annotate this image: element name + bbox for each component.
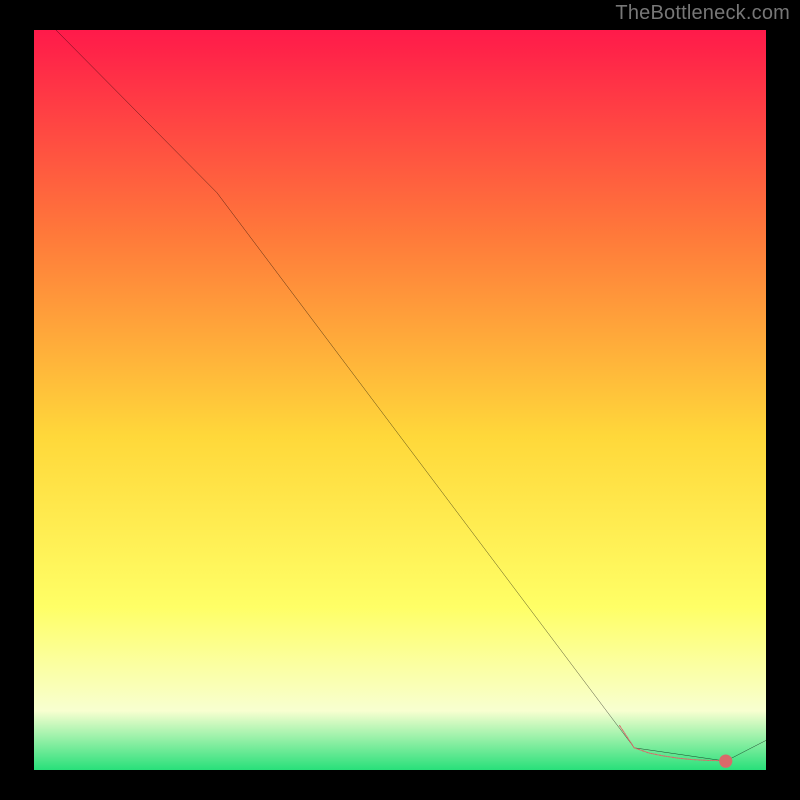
optimal-point-marker	[719, 754, 732, 767]
chart-svg	[34, 30, 766, 770]
plot-area	[34, 30, 766, 770]
chart-frame: TheBottleneck.com	[0, 0, 800, 800]
attribution-text: TheBottleneck.com	[615, 2, 790, 25]
heatmap-background	[34, 30, 766, 770]
